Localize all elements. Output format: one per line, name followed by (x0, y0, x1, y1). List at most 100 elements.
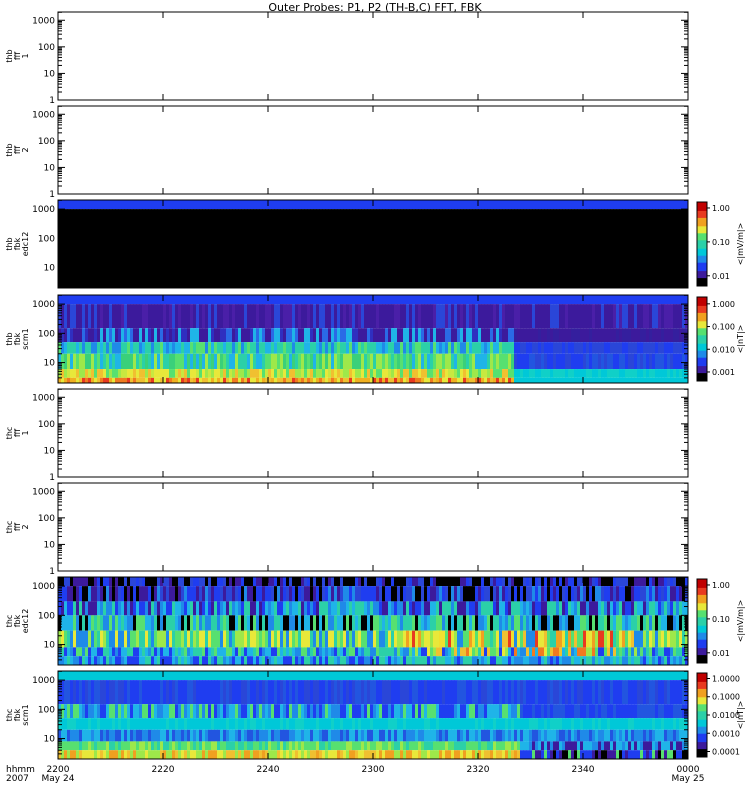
spectrogram-cell (553, 295, 556, 304)
spectrogram-cell (364, 656, 367, 665)
spectrogram-cell (208, 586, 211, 601)
spectrogram-cell (481, 295, 484, 304)
spectrogram-cell (631, 295, 634, 304)
spectrogram-cell (367, 295, 370, 304)
spectrogram-cell (481, 586, 484, 601)
spectrogram-cell (679, 369, 682, 378)
spectrogram-cell (499, 586, 502, 601)
spectrogram-cell (130, 200, 133, 209)
spectrogram-cell (385, 577, 388, 586)
spectrogram-cell (505, 586, 508, 601)
spectrogram-cell (94, 680, 97, 704)
spectrogram-cell (277, 200, 280, 209)
spectrogram-cell (577, 647, 580, 656)
spectrogram-cell (385, 647, 388, 656)
spectrogram-cell (229, 647, 232, 656)
spectrogram-cell (61, 295, 64, 304)
spectrogram-cell (313, 577, 316, 586)
spectrogram-cell (79, 704, 82, 718)
spectrogram-cell (649, 718, 652, 730)
spectrogram-cell (640, 209, 643, 288)
spectrogram-cell (175, 704, 178, 718)
spectrogram-cell (400, 615, 403, 630)
y-tick-label: 1 (49, 567, 55, 577)
spectrogram-cell (583, 200, 586, 209)
spectrogram-cell (388, 304, 391, 328)
spectrogram-cell (319, 586, 322, 601)
spectrogram-cell (604, 704, 607, 718)
spectrogram-cell (175, 577, 178, 586)
spectrogram-cell (652, 342, 655, 354)
spectrogram-cell (145, 671, 148, 680)
spectrogram-cell (463, 718, 466, 730)
spectrogram-cell (634, 369, 637, 378)
spectrogram-cell (517, 328, 520, 342)
spectrogram-cell (220, 200, 223, 209)
spectrogram-cell (184, 342, 187, 354)
spectrogram-cell (286, 577, 289, 586)
spectrogram-cell (628, 328, 631, 342)
spectrogram-cell (577, 680, 580, 704)
colorbar-tick-label: 0.01 (712, 272, 730, 281)
spectrogram-cell (85, 704, 88, 718)
spectrogram-cell (154, 304, 157, 328)
spectrogram-cell (397, 342, 400, 354)
spectrogram-cell (631, 304, 634, 328)
spectrogram-cell (172, 631, 175, 648)
spectrogram-cell (304, 328, 307, 342)
spectrogram-cell (181, 615, 184, 630)
spectrogram-cell (277, 631, 280, 648)
spectrogram-cell (439, 601, 442, 615)
spectrogram-cell (532, 718, 535, 730)
spectrogram-cell (415, 615, 418, 630)
spectrogram-cell (544, 718, 547, 730)
spectrogram-cell (265, 304, 268, 328)
spectrogram-cell (481, 328, 484, 342)
spectrogram-cell (508, 680, 511, 704)
spectrogram-cell (262, 295, 265, 304)
spectrogram-cell (505, 209, 508, 288)
spectrogram-cell (235, 656, 238, 665)
spectrogram-cell (361, 586, 364, 601)
spectrogram-cell (262, 200, 265, 209)
spectrogram-cell (385, 342, 388, 354)
spectrogram-cell (142, 615, 145, 630)
spectrogram-cell (412, 354, 415, 369)
spectrogram-cell (472, 354, 475, 369)
spectrogram-cell (106, 328, 109, 342)
spectrogram-cell (550, 656, 553, 665)
spectrogram-cell (541, 615, 544, 630)
spectrogram-cell (157, 577, 160, 586)
spectrogram-cell (253, 647, 256, 656)
spectrogram-cell (331, 200, 334, 209)
spectrogram-cell (109, 369, 112, 378)
spectrogram-cell (241, 209, 244, 288)
spectrogram-cell (577, 328, 580, 342)
spectrogram-cell (397, 671, 400, 680)
spectrogram-cell (196, 354, 199, 369)
spectrogram-cell (466, 656, 469, 665)
spectrogram-cell (97, 647, 100, 656)
spectrogram-cell (136, 342, 139, 354)
spectrogram-cell (97, 354, 100, 369)
spectrogram-cell (595, 631, 598, 648)
spectrogram-cell (202, 378, 205, 383)
spectrogram-cell (94, 209, 97, 288)
spectrogram-cell (400, 631, 403, 648)
spectrogram-cell (424, 200, 427, 209)
spectrogram-cell (313, 328, 316, 342)
spectrogram-cell (448, 378, 451, 383)
spectrogram-cell (547, 586, 550, 601)
spectrogram-cell (88, 615, 91, 630)
spectrogram-cell (670, 304, 673, 328)
spectrogram-cell (493, 601, 496, 615)
spectrogram-cell (415, 378, 418, 383)
spectrogram-cell (106, 200, 109, 209)
spectrogram-cell (406, 656, 409, 665)
spectrogram-cell (379, 586, 382, 601)
spectrogram-cell (187, 631, 190, 648)
spectrogram-cell (634, 586, 637, 601)
spectrogram-cell (412, 304, 415, 328)
spectrogram-cell (319, 671, 322, 680)
spectrogram-cell (484, 354, 487, 369)
